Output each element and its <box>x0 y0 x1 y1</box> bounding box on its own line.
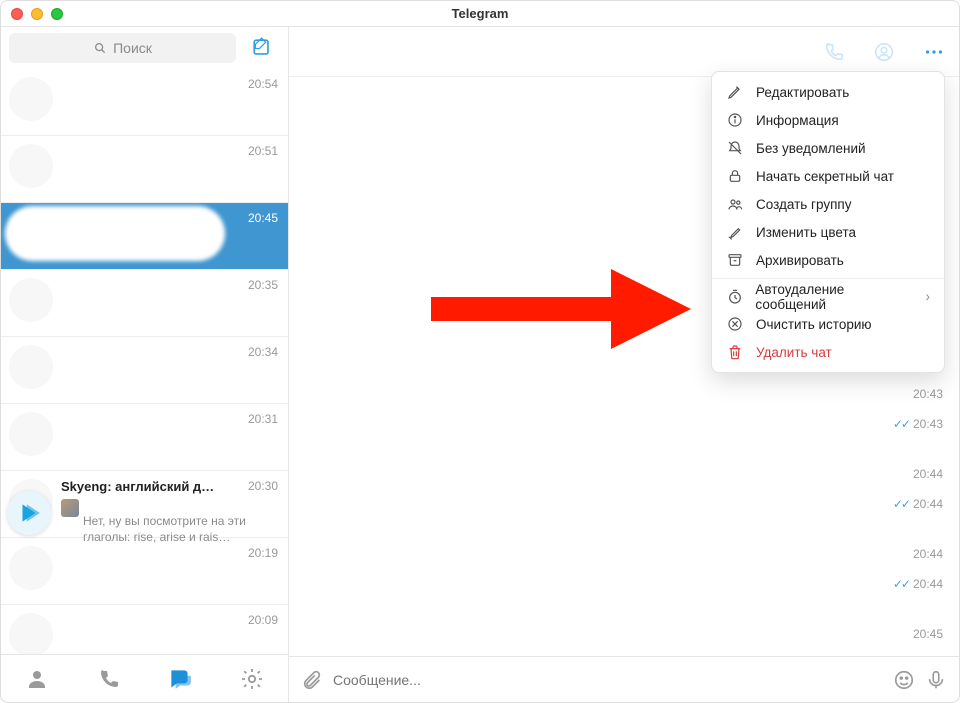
compose-button[interactable] <box>244 33 280 63</box>
window-close-button[interactable] <box>11 8 23 20</box>
avatar <box>9 412 53 456</box>
mute-icon <box>726 140 744 156</box>
avatar <box>9 613 53 654</box>
chat-list-item[interactable]: 20:09 <box>1 605 288 654</box>
chat-time: 20:45 <box>248 211 278 225</box>
clear-icon <box>726 316 744 332</box>
redaction-smear <box>5 206 225 261</box>
menu-item-label: Без уведомлений <box>756 141 866 156</box>
menu-item-label: Архивировать <box>756 253 844 268</box>
chat-time: 20:54 <box>248 77 278 91</box>
message-timestamp: ✓✓20:43 <box>893 417 943 431</box>
chat-time: 20:09 <box>248 613 278 627</box>
menu-item-label: Очистить историю <box>756 317 872 332</box>
message-timestamp: 20:44 <box>913 467 943 481</box>
menu-item-trash[interactable]: Удалить чат <box>712 338 944 366</box>
timer-icon <box>726 289 743 305</box>
menu-item-brush[interactable]: Изменить цвета <box>712 218 944 246</box>
chat-main: 20:43 ✓✓20:43 20:44 ✓✓20:44 20:44 ✓✓20:44 20:4… <box>289 27 959 702</box>
chat-list-item[interactable]: 20:51 <box>1 136 288 203</box>
sidebar-tabs <box>1 654 288 702</box>
more-icon[interactable] <box>923 41 945 63</box>
chat-options-menu: Редактировать Информация Без уведомлений На… <box>711 71 945 373</box>
menu-item-label: Создать группу <box>756 197 851 212</box>
attach-icon[interactable] <box>301 669 323 691</box>
avatar <box>9 278 53 322</box>
group-icon <box>726 196 744 212</box>
search-icon <box>93 41 107 55</box>
chat-title: Skyeng: английский д… <box>61 479 214 494</box>
avatar <box>9 345 53 389</box>
archive-icon <box>726 252 744 268</box>
chat-time: 20:51 <box>248 144 278 158</box>
chat-list: 20:54 20:51 20:45 20:35 20:34 20:31 20:30 Skyen… <box>1 69 288 654</box>
menu-item-label: Удалить чат <box>756 345 832 360</box>
tab-chats[interactable] <box>158 659 202 699</box>
sidebar: Поиск 20:54 20:51 20:45 20:35 20:34 20:31 20:3… <box>1 27 289 702</box>
emoji-icon[interactable] <box>893 669 915 691</box>
pencil-icon <box>726 84 744 100</box>
avatar <box>9 546 53 590</box>
window-zoom-button[interactable] <box>51 8 63 20</box>
tab-calls[interactable] <box>87 659 131 699</box>
menu-item-label: Начать секретный чат <box>756 169 894 184</box>
message-timestamp: 20:43 <box>913 387 943 401</box>
muted-icon <box>61 499 278 511</box>
tab-settings[interactable] <box>230 659 274 699</box>
chat-list-item[interactable]: 20:54 <box>1 69 288 136</box>
chat-time: 20:35 <box>248 278 278 292</box>
chat-time: 20:19 <box>248 546 278 560</box>
message-timestamp: 20:45 <box>913 627 943 641</box>
avatar <box>9 144 53 188</box>
search-input[interactable]: Поиск <box>9 33 236 63</box>
chat-list-item[interactable]: 20:31 <box>1 404 288 471</box>
menu-item-label: Автоудаление сообщений <box>755 282 913 312</box>
menu-item-mute[interactable]: Без уведомлений <box>712 134 944 162</box>
chat-list-item[interactable]: 20:35 <box>1 270 288 337</box>
read-ticks-icon: ✓✓ <box>893 497 909 511</box>
read-ticks-icon: ✓✓ <box>893 577 909 591</box>
menu-item-label: Редактировать <box>756 85 849 100</box>
chat-list-item[interactable]: 20:34 <box>1 337 288 404</box>
profile-icon[interactable] <box>873 41 895 63</box>
chat-time: 20:31 <box>248 412 278 426</box>
trash-icon <box>726 344 744 360</box>
message-timestamp: 20:44 <box>913 547 943 561</box>
avatar <box>9 77 53 121</box>
window-minimize-button[interactable] <box>31 8 43 20</box>
tab-contacts[interactable] <box>15 659 59 699</box>
composer <box>289 656 959 702</box>
menu-item-info[interactable]: Информация <box>712 106 944 134</box>
menu-item-label: Изменить цвета <box>756 225 856 240</box>
lock-icon <box>726 168 744 184</box>
window-title: Telegram <box>1 6 959 21</box>
brush-icon <box>726 224 744 240</box>
menu-item-archive[interactable]: Архивировать <box>712 246 944 274</box>
mic-icon[interactable] <box>925 669 947 691</box>
chevron-right-icon: › <box>926 289 931 304</box>
message-input[interactable] <box>333 665 883 695</box>
preview-thumb <box>61 499 79 517</box>
info-icon <box>726 112 744 128</box>
menu-item-label: Информация <box>756 113 839 128</box>
chat-time: 20:34 <box>248 345 278 359</box>
menu-item-lock[interactable]: Начать секретный чат <box>712 162 944 190</box>
search-placeholder: Поиск <box>113 40 152 56</box>
menu-item-pencil[interactable]: Редактировать <box>712 78 944 106</box>
call-icon[interactable] <box>823 41 845 63</box>
chat-list-item[interactable]: 20:19 <box>1 538 288 605</box>
read-ticks-icon: ✓✓ <box>893 417 909 431</box>
play-watermark-icon <box>7 491 51 535</box>
menu-item-timer[interactable]: Автоудаление сообщений › <box>712 278 944 310</box>
menu-item-clear[interactable]: Очистить историю <box>712 310 944 338</box>
chat-time: 20:30 <box>248 479 278 493</box>
titlebar: Telegram <box>1 1 959 27</box>
chat-header <box>289 27 959 77</box>
menu-item-group[interactable]: Создать группу <box>712 190 944 218</box>
message-timestamp: ✓✓20:44 <box>893 497 943 511</box>
message-timestamp: ✓✓20:44 <box>893 577 943 591</box>
